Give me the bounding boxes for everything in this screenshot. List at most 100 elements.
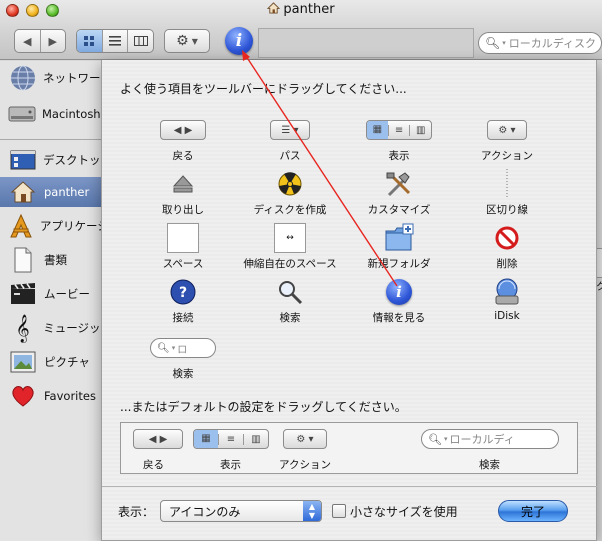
heart-icon — [8, 381, 38, 411]
magnifier-icon — [277, 276, 303, 308]
icon-view-button[interactable] — [77, 30, 103, 52]
tool-flexible-space[interactable]: ↔ 伸縮自在のスペース — [235, 222, 345, 271]
tool-search-field[interactable]: 🔍︎ ▾ ロ 検索 — [128, 332, 238, 381]
sidebar-item-macintosh-hd[interactable]: Macintosh HD — [0, 99, 122, 129]
tool-delete[interactable]: 削除 — [452, 222, 562, 271]
movies-icon — [8, 279, 38, 309]
sidebar-item-desktop[interactable]: デスクトップ — [0, 145, 112, 175]
toolbar-drop-slot — [258, 28, 474, 58]
sidebar-item-music[interactable]: 𝄞 ミュージック — [0, 313, 112, 343]
action-menu-button[interactable]: ⚙ ▼ — [164, 29, 210, 53]
hard-drive-icon — [8, 99, 36, 129]
idisk-icon — [494, 276, 520, 308]
tool-label: 削除 — [496, 258, 518, 270]
show-label: 表示： — [118, 505, 155, 519]
toolbar-search-field[interactable]: 🔍︎ ▾ ローカルディスク — [478, 32, 602, 54]
sidebar-item-pictures[interactable]: ピクチャ — [0, 347, 112, 377]
music-icon: 𝄞 — [15, 314, 30, 342]
sidebar-item-label: 書類 — [44, 253, 67, 267]
sidebar-item-network[interactable]: ネットワーク — [0, 63, 112, 93]
tool-action[interactable]: ⚙ ▾ アクション — [452, 114, 562, 163]
done-label: 完了 — [520, 504, 545, 519]
tool-label: iDisk — [494, 310, 520, 322]
eject-icon — [172, 168, 194, 200]
search-placeholder: ローカルディ — [449, 433, 515, 446]
burn-icon — [278, 168, 302, 200]
forward-arrow-icon[interactable]: ▶ — [41, 30, 66, 52]
done-button[interactable]: 完了 — [498, 500, 568, 522]
tool-label: アクション — [481, 150, 533, 162]
tool-search[interactable]: 検索 — [235, 276, 345, 325]
back-arrow-icon[interactable]: ◀ — [15, 30, 41, 52]
small-size-checkbox[interactable] — [332, 504, 346, 518]
default-view-label: 表示 — [220, 459, 241, 471]
column-view-button[interactable] — [128, 30, 153, 52]
sidebar-item-movies[interactable]: ムービー — [0, 279, 112, 309]
svg-text:?: ? — [179, 285, 187, 301]
back-forward-button[interactable]: ◀ ▶ — [14, 29, 66, 53]
tool-label: 伸縮自在のスペース — [243, 258, 337, 270]
tool-path[interactable]: ☰ ▾ パス — [235, 114, 345, 163]
tool-eject[interactable]: 取り出し — [128, 168, 238, 217]
search-icon: 🔍︎ — [485, 36, 501, 50]
default-toolbar-set[interactable]: ◀ ▶ ▦ ≡ ▥ ⚙ ▾ 🔍︎ ▾ ローカルディ 戻る 表示 アクション 検索 — [120, 422, 578, 474]
tool-customize[interactable]: カスタマイズ — [344, 168, 454, 217]
default-action-label: アクション — [279, 459, 331, 471]
window-titlebar: panther ◀ ▶ ⚙ ▼ i 🔍︎ ▾ ローカルディスク — [0, 0, 602, 60]
search-placeholder: ローカルディスク — [508, 37, 596, 50]
popup-arrows-icon: ▲ ▼ — [303, 501, 321, 521]
sidebar-item-applications[interactable]: アプリケーション — [0, 211, 132, 241]
default-search-field: 🔍︎ ▾ ローカルディ — [421, 429, 559, 449]
sidebar-item-label: Favorites — [44, 389, 96, 403]
tool-space[interactable]: スペース — [128, 222, 238, 271]
sidebar-separator — [0, 139, 112, 140]
tool-label: 新規フォルダ — [367, 258, 431, 270]
tool-burn-disc[interactable]: ディスクを作成 — [235, 168, 345, 217]
tool-new-folder[interactable]: 新規フォルダ — [344, 222, 454, 271]
tool-connect[interactable]: ? 接続 — [128, 276, 238, 325]
list-view-icon — [109, 36, 121, 46]
tool-idisk[interactable]: iDisk — [452, 276, 562, 322]
tool-label: 検索 — [279, 312, 301, 324]
sidebar-item-label: panther — [44, 185, 90, 199]
documents-icon — [8, 245, 38, 275]
home-icon — [8, 177, 38, 207]
tool-separator[interactable]: 区切り線 — [452, 168, 562, 217]
tool-label: 区切り線 — [486, 204, 528, 216]
tool-get-info[interactable]: i 情報を見る — [344, 276, 454, 325]
tool-view[interactable]: ▦ ≡ ▥ 表示 — [344, 114, 454, 163]
new-folder-icon — [383, 222, 415, 254]
show-mode-popup[interactable]: アイコンのみ ▲ ▼ — [160, 500, 322, 522]
sidebar-item-favorites[interactable]: Favorites — [0, 381, 112, 411]
tools-icon — [385, 168, 413, 200]
tool-label: 検索 — [172, 368, 194, 380]
sidebar: ネットワーク Macintosh HD デスクトップ panther アプリケー… — [0, 61, 132, 541]
tool-label: 接続 — [172, 312, 194, 324]
sidebar-item-panther[interactable]: panther — [0, 177, 112, 207]
connect-globe-icon: ? — [170, 276, 196, 308]
default-set-heading: ...またはデフォルトの設定をドラッグしてください。 — [120, 400, 407, 414]
tool-back[interactable]: ◀ ▶ 戻る — [128, 114, 238, 163]
window-title-text: panther — [283, 2, 335, 17]
default-search-label: 検索 — [479, 459, 500, 471]
delete-icon — [495, 222, 519, 254]
tool-label: パス — [279, 150, 301, 162]
view-mode-control[interactable] — [76, 29, 154, 53]
separator-icon — [505, 168, 509, 200]
network-globe-icon — [8, 63, 37, 93]
sidebar-item-documents[interactable]: 書類 — [0, 245, 112, 275]
sheet-divider — [102, 486, 598, 487]
customize-toolbar-sheet: よく使う項目をツールバーにドラッグしてください... ◀ ▶ 戻る ☰ ▾ パス… — [101, 60, 598, 541]
get-info-button[interactable]: i — [225, 27, 253, 55]
chevron-down-icon: ▼ — [191, 36, 198, 46]
default-view-control: ▦ ≡ ▥ — [193, 429, 269, 449]
sheet-heading: よく使う項目をツールバーにドラッグしてください... — [120, 82, 407, 96]
flexible-space-icon: ↔ — [274, 222, 306, 254]
view-icon: ▦ ≡ ▥ — [366, 120, 432, 140]
small-size-label: 小さなサイズを使用 — [350, 505, 458, 519]
list-view-button[interactable] — [103, 30, 129, 52]
search-placeholder: ロ — [177, 344, 188, 356]
icon-view-icon — [83, 35, 94, 46]
tool-label: ディスクを作成 — [253, 204, 327, 216]
tool-label: 表示 — [388, 150, 410, 162]
